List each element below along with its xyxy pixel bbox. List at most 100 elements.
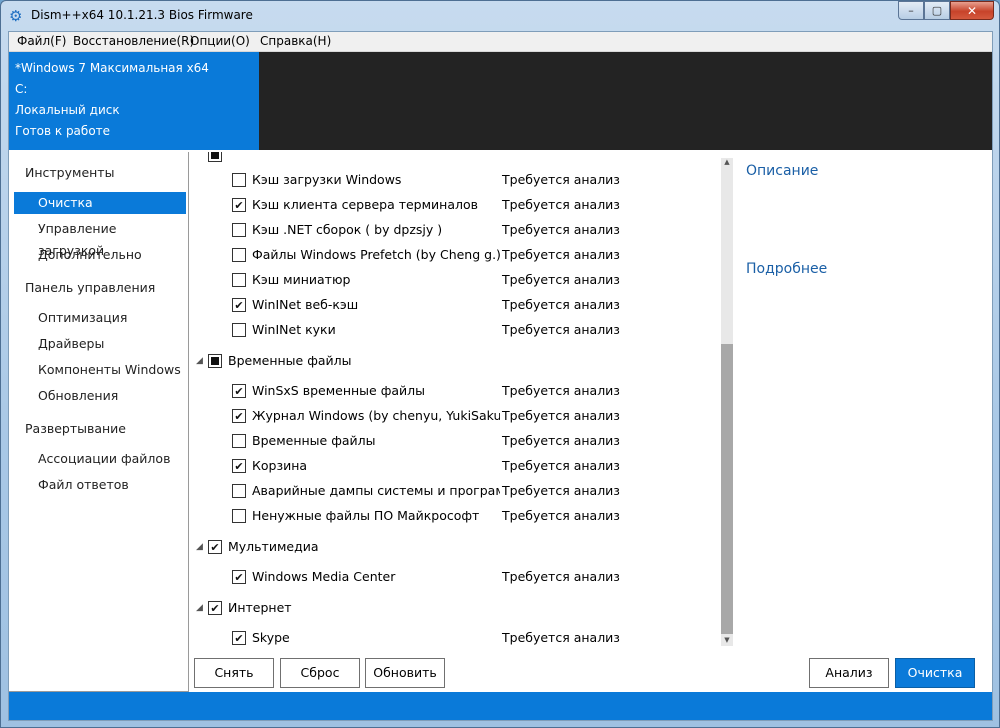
expand-arrow-icon[interactable]: ◢ (196, 536, 203, 558)
item-checkbox[interactable] (232, 298, 246, 312)
client-area: Файл(F) Восстановление(R) Опции(O) Справ… (8, 31, 993, 721)
item-name: Корзина (252, 458, 308, 473)
item-status: Требуется анализ (502, 272, 620, 287)
item-status: Требуется анализ (502, 222, 620, 237)
menu-file[interactable]: Файл(F) (13, 34, 70, 48)
analyze-button[interactable]: Анализ (809, 658, 889, 688)
list-item[interactable]: Кэш .NET сборок ( by dpzsjy ) Требуется … (192, 219, 712, 241)
more-info-link[interactable]: Подробнее (746, 261, 827, 277)
item-checkbox[interactable] (232, 173, 246, 187)
item-name: Windows Media Center (252, 569, 396, 584)
header-dark-panel (259, 52, 992, 150)
list-scrollbar[interactable]: ▲ ▼ (721, 158, 733, 646)
expand-arrow-icon[interactable]: ◢ (196, 597, 203, 619)
item-name: Временные файлы (252, 433, 376, 448)
sidebar-item-associations[interactable]: Ассоциации файлов (14, 448, 186, 470)
menu-bar: Файл(F) Восстановление(R) Опции(O) Справ… (9, 32, 992, 52)
group-checkbox[interactable] (208, 601, 222, 615)
close-button[interactable]: ✕ (950, 1, 994, 20)
item-status: Требуется анализ (502, 297, 620, 312)
expand-arrow-icon[interactable]: ◢ (196, 350, 203, 372)
list-item[interactable]: Skype Требуется анализ (192, 627, 712, 649)
sidebar-item-boot[interactable]: Управление загрузкой (14, 218, 186, 258)
item-status: Требуется анализ (502, 458, 620, 473)
item-checkbox[interactable] (232, 409, 246, 423)
minimize-button[interactable]: – (898, 1, 924, 20)
list-item[interactable]: WinINet веб-кэш Требуется анализ (192, 294, 712, 316)
list-item[interactable]: Кэш клиента сервера терминалов Требуется… (192, 194, 712, 216)
menu-options[interactable]: Опции(O) (186, 34, 254, 48)
sidebar-section-deploy: Развертывание (25, 421, 127, 436)
status-bar (9, 692, 992, 720)
deselect-button[interactable]: Снять (194, 658, 274, 688)
item-checkbox[interactable] (232, 509, 246, 523)
list-item[interactable]: Кэш загрузки Windows Требуется анализ (192, 169, 712, 191)
item-status: Требуется анализ (502, 483, 620, 498)
list-item[interactable]: Аварийные дампы системы и программ (Поль… (192, 480, 712, 502)
list-item[interactable]: Ненужные файлы ПО Майкрософт Требуется а… (192, 505, 712, 527)
item-checkbox[interactable] (232, 273, 246, 287)
item-checkbox[interactable] (232, 248, 246, 262)
item-status: Требуется анализ (502, 172, 620, 187)
item-checkbox[interactable] (232, 323, 246, 337)
list-item[interactable]: Файлы Windows Prefetch (by Cheng g.) Тре… (192, 244, 712, 266)
scroll-up-arrow-icon[interactable]: ▲ (721, 158, 733, 168)
item-checkbox[interactable] (232, 434, 246, 448)
os-name: *Windows 7 Максимальная x64 (15, 61, 209, 75)
item-checkbox[interactable] (232, 484, 246, 498)
app-gear-icon: ⚙ (9, 7, 23, 25)
group-name: Мультимедиа (228, 539, 319, 554)
item-name: Кэш миниатюр (252, 272, 351, 287)
refresh-button[interactable]: Обновить (365, 658, 445, 688)
scrollbar-thumb[interactable] (721, 344, 733, 634)
item-checkbox[interactable] (232, 198, 246, 212)
group-checkbox[interactable] (208, 354, 222, 368)
system-status: Готов к работе (15, 124, 111, 138)
group-checkbox[interactable] (208, 152, 222, 162)
sidebar-item-cleanup[interactable]: Очистка (14, 192, 186, 214)
sidebar-item-answer-file[interactable]: Файл ответов (14, 474, 186, 496)
group-row[interactable]: ◢ Временные файлы (192, 350, 712, 372)
group-row[interactable] (192, 152, 712, 166)
item-name: WinSxS временные файлы (252, 383, 426, 398)
system-info-panel[interactable]: *Windows 7 Максимальная x64 C: Локальный… (9, 52, 259, 150)
group-name: Временные файлы (228, 353, 352, 368)
group-row[interactable]: ◢ Мультимедиа (192, 536, 712, 558)
group-row[interactable]: ◢ Интернет (192, 597, 712, 619)
item-status: Требуется анализ (502, 408, 620, 423)
item-checkbox[interactable] (232, 223, 246, 237)
sidebar-item-updates[interactable]: Обновления (14, 385, 186, 407)
item-status: Требуется анализ (502, 322, 620, 337)
item-status: Требуется анализ (502, 383, 620, 398)
list-item[interactable]: WinSxS временные файлы Требуется анализ (192, 380, 712, 402)
cleanup-list: Кэш загрузки Windows Требуется анализ Кэ… (192, 152, 722, 650)
item-name: Файлы Windows Prefetch (by Cheng g.) (252, 247, 500, 262)
scroll-down-arrow-icon[interactable]: ▼ (721, 636, 733, 646)
sidebar: Инструменты Очистка Управление загрузкой… (9, 152, 189, 692)
list-item[interactable]: Временные файлы Требуется анализ (192, 430, 712, 452)
item-checkbox[interactable] (232, 570, 246, 584)
list-item[interactable]: Windows Media Center Требуется анализ (192, 566, 712, 588)
maximize-button[interactable]: ▢ (924, 1, 950, 20)
item-checkbox[interactable] (232, 384, 246, 398)
list-item[interactable]: Журнал Windows (by chenyu, YukiSakura) Т… (192, 405, 712, 427)
menu-help[interactable]: Справка(H) (256, 34, 335, 48)
group-checkbox[interactable] (208, 540, 222, 554)
sidebar-item-advanced[interactable]: Дополнительно (14, 244, 186, 266)
clean-button[interactable]: Очистка (895, 658, 975, 688)
menu-restore[interactable]: Восстановление(R) (69, 34, 198, 48)
sidebar-item-optimization[interactable]: Оптимизация (14, 307, 186, 329)
item-name: WinINet веб-кэш (252, 297, 359, 312)
item-checkbox[interactable] (232, 631, 246, 645)
item-name: WinINet куки (252, 322, 336, 337)
list-item[interactable]: Кэш миниатюр Требуется анализ (192, 269, 712, 291)
list-item[interactable]: Корзина Требуется анализ (192, 455, 712, 477)
list-item[interactable]: WinINet куки Требуется анализ (192, 319, 712, 341)
sidebar-item-drivers[interactable]: Драйверы (14, 333, 186, 355)
sidebar-item-components[interactable]: Компоненты Windows (14, 359, 186, 381)
item-checkbox[interactable] (232, 459, 246, 473)
item-name: Кэш .NET сборок ( by dpzsjy ) (252, 222, 443, 237)
reset-button[interactable]: Сброс (280, 658, 360, 688)
title-bar[interactable]: ⚙ Dism++x64 10.1.21.3 Bios Firmware – ▢ … (1, 1, 999, 31)
item-status: Требуется анализ (502, 508, 620, 523)
